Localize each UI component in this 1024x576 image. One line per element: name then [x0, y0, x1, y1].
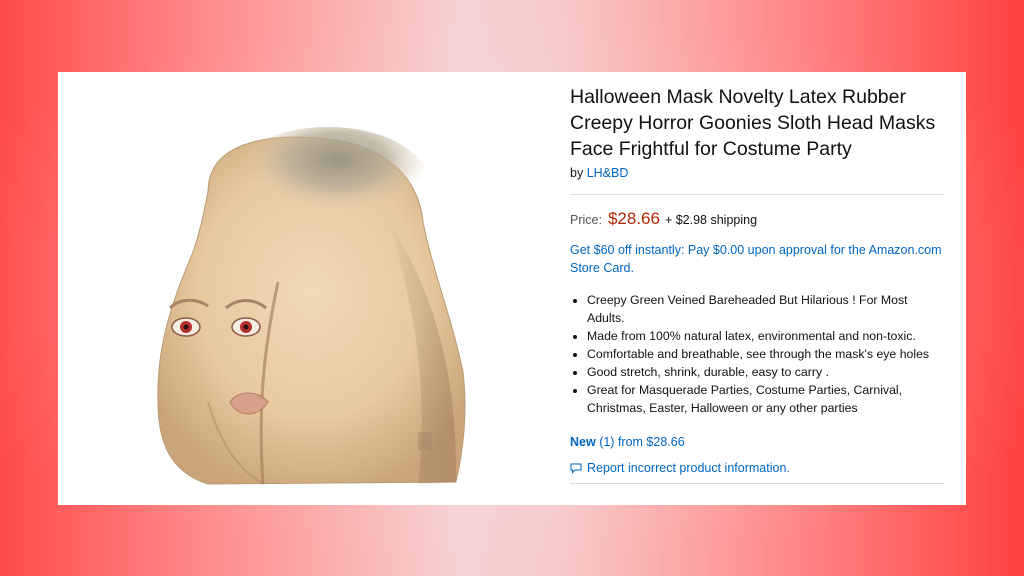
offers-count: (1) from $28.66 — [599, 435, 685, 449]
shipping-cost: + $2.98 shipping — [664, 213, 758, 227]
feature-item: Comfortable and breathable, see through … — [587, 345, 944, 363]
divider — [570, 483, 944, 484]
feature-item: Great for Masquerade Parties, Costume Pa… — [587, 381, 944, 417]
report-incorrect-info-link[interactable]: Report incorrect product information. — [570, 461, 944, 475]
new-offers-link[interactable]: New (1) from $28.66 — [570, 435, 944, 449]
product-title: Halloween Mask Novelty Latex Rubber Cree… — [570, 86, 936, 160]
speech-bubble-icon — [570, 463, 582, 474]
feature-item: Made from 100% natural latex, environmen… — [587, 327, 944, 345]
product-image[interactable] — [58, 72, 558, 505]
feature-item: Good stretch, shrink, durable, easy to c… — [587, 363, 944, 381]
byline: by LH&BD — [570, 166, 944, 180]
by-prefix: by — [570, 166, 584, 180]
brand-link[interactable]: LH&BD — [587, 166, 629, 180]
price-row: Price: $28.66 + $2.98 shipping — [570, 209, 944, 229]
product-details: Halloween Mask Novelty Latex Rubber Cree… — [570, 84, 944, 484]
report-label: Report incorrect product information. — [587, 461, 790, 475]
divider — [570, 194, 944, 195]
price-label: Price: — [570, 213, 602, 227]
price-value: $28.66 — [607, 209, 660, 228]
latex-mask-image — [157, 127, 466, 485]
product-card: Halloween Mask Novelty Latex Rubber Cree… — [58, 72, 966, 505]
new-label: New — [570, 435, 596, 449]
feature-item: Creepy Green Veined Bareheaded But Hilar… — [587, 291, 944, 327]
feature-bullets: Creepy Green Veined Bareheaded But Hilar… — [570, 291, 944, 417]
store-card-promo-link[interactable]: Get $60 off instantly: Pay $0.00 upon ap… — [570, 241, 944, 277]
